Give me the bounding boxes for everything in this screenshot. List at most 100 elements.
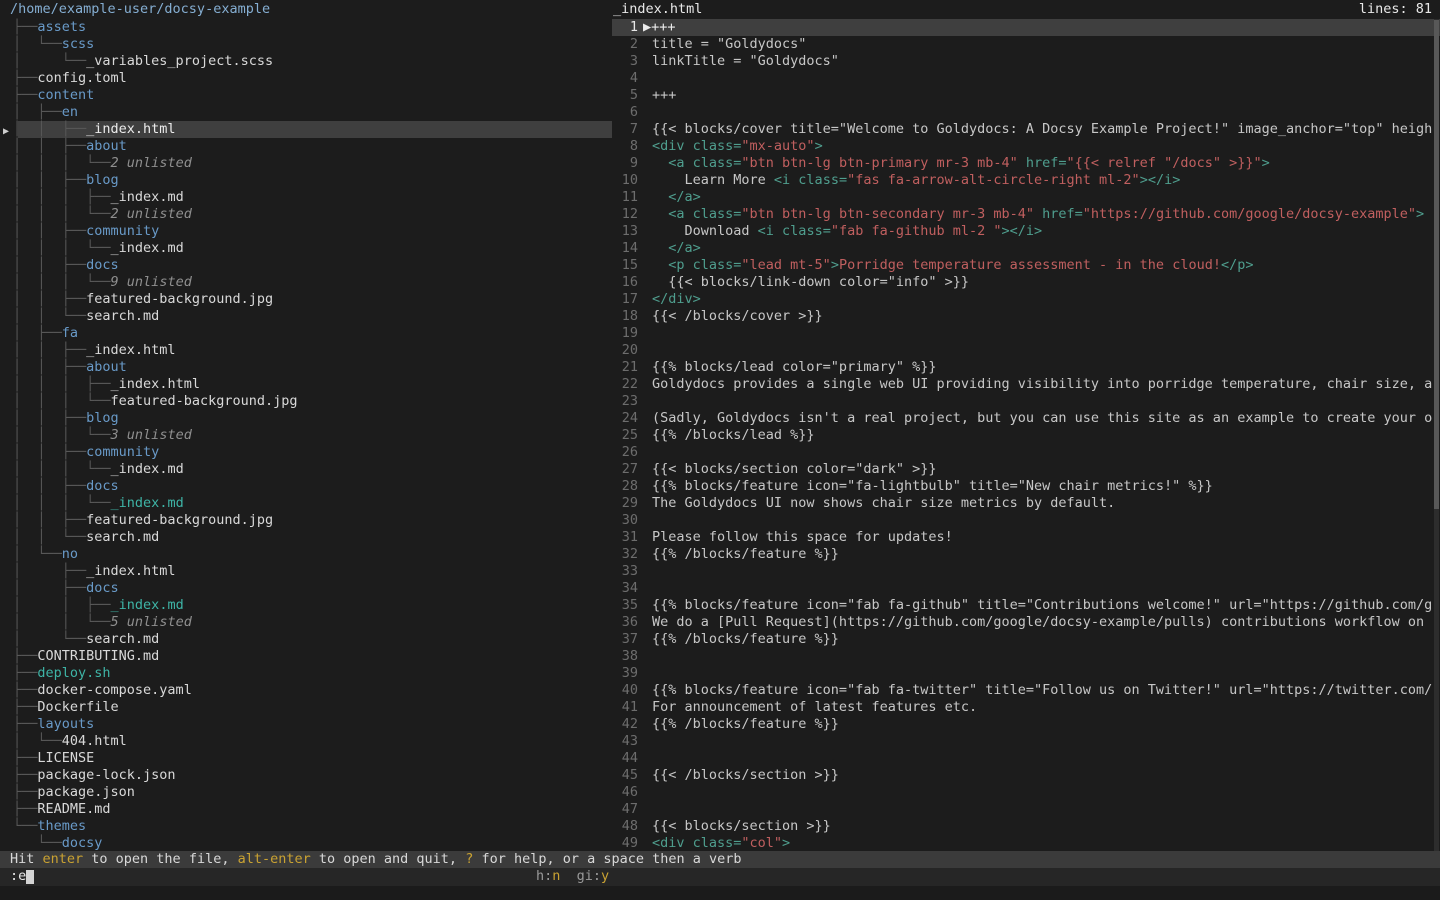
code-line: 49<div class="col"> xyxy=(612,835,1440,852)
mode-flags: h:n gi:y xyxy=(536,868,609,885)
code-line: 39 xyxy=(612,665,1440,682)
tree-item[interactable]: │ ├──en xyxy=(0,104,612,121)
tree-item[interactable]: │ │ ├──docs xyxy=(0,478,612,495)
code-token: (Sadly, Goldydocs isn't a real project, … xyxy=(652,410,1432,426)
code-line-text: We do a [Pull Request](https://github.co… xyxy=(652,614,1424,631)
preview-scrollbar-thumb[interactable] xyxy=(1434,20,1439,509)
line-number: 45 xyxy=(612,767,638,784)
command-input-bar[interactable]: :e h:n gi:y xyxy=(0,868,1440,886)
tree-branch-lines: │ │ ├── xyxy=(13,478,86,494)
code-token: {{% /blocks/feature %}} xyxy=(652,546,839,562)
tree-item[interactable]: │ │ ├──featured-background.jpg xyxy=(0,291,612,308)
code-line-text: title = "Goldydocs" xyxy=(652,36,806,53)
tree-item[interactable]: │ │ │ └──_index.md xyxy=(0,240,612,257)
tree-item-label: featured-background.jpg xyxy=(86,512,273,528)
code-line: 25{{% /blocks/lead %}} xyxy=(612,427,1440,444)
tree-item-dir-label: no xyxy=(62,546,78,562)
tree-item[interactable]: │ │ ├──blog xyxy=(0,172,612,189)
tree-item[interactable]: ├──README.md xyxy=(0,801,612,818)
tree-item[interactable]: │ ├──_index.html xyxy=(0,563,612,580)
code-token: "lead mt-5" xyxy=(741,257,830,273)
code-line-text: The Goldydocs UI now shows chair size me… xyxy=(652,495,1115,512)
tree-branch-lines: │ │ │ └── xyxy=(13,155,111,171)
line-number: 3 xyxy=(612,53,638,70)
tree-item[interactable]: │ ├──fa xyxy=(0,325,612,342)
code-token: </div> xyxy=(652,291,701,307)
code-token: "btn btn-lg btn-secondary mr-3 mb-4" xyxy=(741,206,1034,222)
code-line: 14 </a> xyxy=(612,240,1440,257)
tree-branch-lines: │ ├── xyxy=(13,580,86,596)
tree-item[interactable]: │ │ │ └──_index.md xyxy=(0,461,612,478)
tree-item[interactable]: │ ├──docs xyxy=(0,580,612,597)
tree-item[interactable]: ├──CONTRIBUTING.md xyxy=(0,648,612,665)
code-token: {{< blocks/link-down color="info" >}} xyxy=(652,274,969,290)
tree-item[interactable]: ├──LICENSE xyxy=(0,750,612,767)
code-line: 2title = "Goldydocs" xyxy=(612,36,1440,53)
code-line-text: Please follow this space for updates! xyxy=(652,529,953,546)
line-number: 33 xyxy=(612,563,638,580)
tree-item[interactable]: │ │ ├──blog xyxy=(0,410,612,427)
tree-item[interactable]: │ │ ├──docs xyxy=(0,257,612,274)
tree-item[interactable]: │ └──404.html xyxy=(0,733,612,750)
tree-item[interactable]: │ └──_variables_project.scss xyxy=(0,53,612,70)
tree-item[interactable]: │ │ │ └──2 unlisted xyxy=(0,206,612,223)
tree-item[interactable]: └──themes xyxy=(0,818,612,835)
code-token: {{< blocks/section >}} xyxy=(652,818,831,834)
command-input-value[interactable]: :e xyxy=(10,868,26,885)
code-line: 13 Download <i class="fab fa-github ml-2… xyxy=(612,223,1440,240)
code-line: 40{{% blocks/feature icon="fab fa-twitte… xyxy=(612,682,1440,699)
code-token: href= xyxy=(1018,155,1067,171)
code-line-text: <a class="btn btn-lg btn-primary mr-3 mb… xyxy=(652,155,1270,172)
tree-branch-lines: │ │ └── xyxy=(13,308,86,324)
tree-item[interactable]: │ │ ├──about xyxy=(0,138,612,155)
tree-item[interactable]: │ │ │ └──9 unlisted xyxy=(0,274,612,291)
tree-item[interactable]: │ │ ├──_index.md xyxy=(0,597,612,614)
tree-item[interactable]: ├──deploy.sh xyxy=(0,665,612,682)
code-token: {{< blocks/section color="dark" >}} xyxy=(652,461,936,477)
code-line: 7{{< blocks/cover title="Welcome to Gold… xyxy=(612,121,1440,138)
tree-item[interactable]: │ └──no xyxy=(0,546,612,563)
tree-item[interactable]: │ │ │ ├──_index.html xyxy=(0,376,612,393)
tree-item[interactable]: │ │ │ ├──_index.md xyxy=(0,189,612,206)
tree-item[interactable]: ├──assets xyxy=(0,19,612,36)
tree-item-dir-label: docs xyxy=(86,478,119,494)
code-line-text: ▶+++ xyxy=(643,19,676,36)
tree-item[interactable]: │ │ ├──featured-background.jpg xyxy=(0,512,612,529)
code-line: 3linkTitle = "Goldydocs" xyxy=(612,53,1440,70)
tree-item[interactable]: ├──package.json xyxy=(0,784,612,801)
tree-item[interactable]: │ │ ├──about xyxy=(0,359,612,376)
code-line: 48{{< blocks/section >}} xyxy=(612,818,1440,835)
tree-item[interactable]: │ │ │ └──2 unlisted xyxy=(0,155,612,172)
tree-item[interactable]: ├──Dockerfile xyxy=(0,699,612,716)
tree-item[interactable]: │ │ └──5 unlisted xyxy=(0,614,612,631)
tree-item[interactable]: │ │ ├──_index.html xyxy=(0,121,612,138)
preview-scrollbar-track[interactable] xyxy=(1434,19,1439,852)
tree-branch-lines: ├── xyxy=(13,87,37,103)
code-token: "{{< relref "/docs" >}}" xyxy=(1067,155,1262,171)
status-text: Hit xyxy=(10,851,43,867)
tree-item[interactable]: │ │ ├──community xyxy=(0,444,612,461)
code-token: For announcement of latest features etc. xyxy=(652,699,977,715)
tree-item-label: package-lock.json xyxy=(37,767,175,783)
tree-item[interactable]: ├──package-lock.json xyxy=(0,767,612,784)
flag-value: y xyxy=(601,868,609,884)
line-number: 30 xyxy=(612,512,638,529)
tree-item-label: featured-background.jpg xyxy=(86,291,273,307)
tree-item[interactable]: │ │ │ └──featured-background.jpg xyxy=(0,393,612,410)
status-key-hint: enter xyxy=(43,851,84,867)
tree-item[interactable]: ├──content xyxy=(0,87,612,104)
tree-item[interactable]: │ │ │ └──3 unlisted xyxy=(0,427,612,444)
tree-item[interactable]: ├──docker-compose.yaml xyxy=(0,682,612,699)
code-token: > xyxy=(831,257,839,273)
tree-item[interactable]: │ │ ├──_index.html xyxy=(0,342,612,359)
tree-item[interactable]: │ │ └──search.md xyxy=(0,529,612,546)
tree-item[interactable]: │ │ ├──community xyxy=(0,223,612,240)
tree-item[interactable]: │ │ │ └──_index.md xyxy=(0,495,612,512)
tree-item[interactable]: │ │ └──search.md xyxy=(0,308,612,325)
tree-item[interactable]: └──docsy xyxy=(0,835,612,852)
code-token: <a class= xyxy=(652,206,741,222)
tree-item[interactable]: ├──config.toml xyxy=(0,70,612,87)
tree-item[interactable]: ├──layouts xyxy=(0,716,612,733)
tree-item[interactable]: │ └──scss xyxy=(0,36,612,53)
tree-item[interactable]: │ └──search.md xyxy=(0,631,612,648)
